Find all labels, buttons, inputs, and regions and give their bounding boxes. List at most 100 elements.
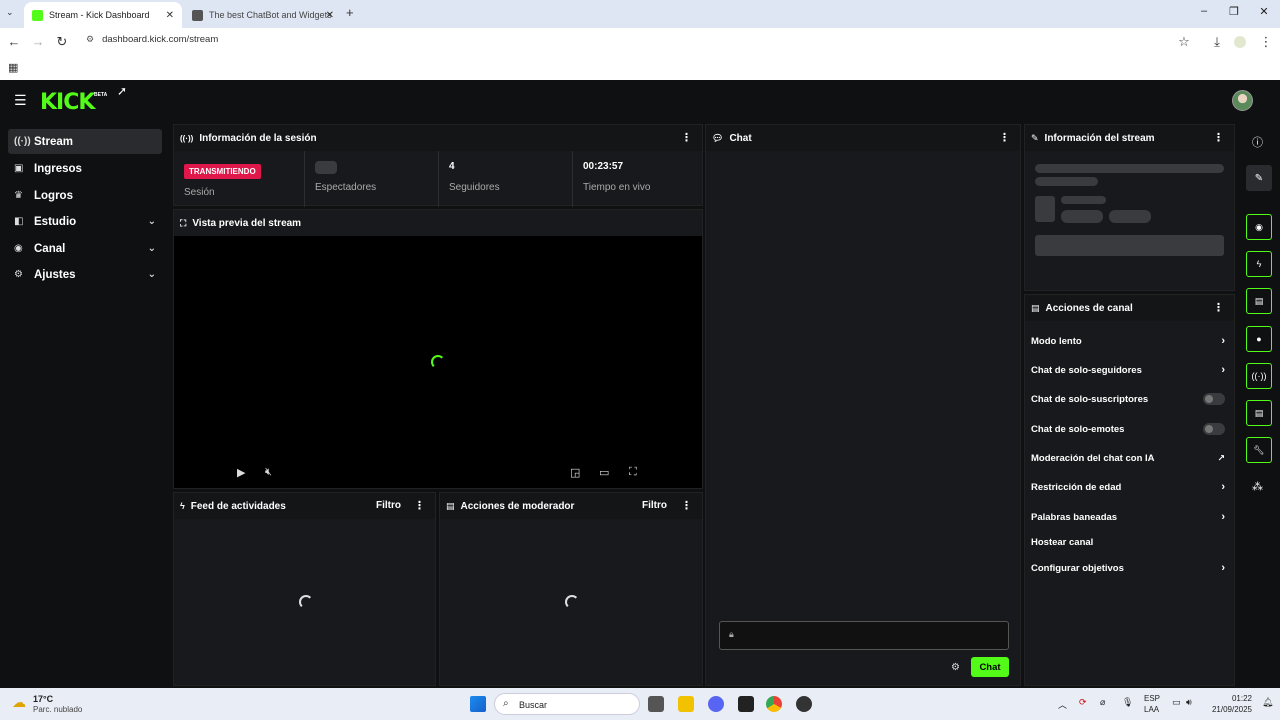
- volume-icon[interactable]: 🔊︎: [1186, 697, 1192, 708]
- sidebar-item-logros[interactable]: ♛ Logros: [8, 183, 162, 208]
- microphone-icon[interactable]: 🎙︎: [1122, 697, 1133, 708]
- download-icon[interactable]: ⤓: [1209, 34, 1225, 50]
- panel-title: Acciones de moderador: [460, 500, 575, 512]
- tray-chevron-icon[interactable]: ︿: [1058, 698, 1067, 711]
- sidebar-item-label: Stream: [34, 135, 73, 148]
- chat-panel: 💬︎ Chat ⋮ 🔒︎ ⚙ Chat: [705, 124, 1021, 686]
- mute-icon[interactable]: 🔇︎: [265, 466, 272, 479]
- chrome-icon[interactable]: [766, 696, 782, 712]
- new-tab-icon[interactable]: +: [346, 5, 354, 20]
- network-icon[interactable]: ⌀: [1100, 697, 1105, 708]
- theater-mode-icon[interactable]: ▭: [599, 466, 609, 479]
- display-icon[interactable]: ▭: [1172, 697, 1181, 708]
- sidebar-item-stream[interactable]: ((·)) Stream: [8, 129, 162, 154]
- sidebar-item-ajustes[interactable]: ⚙ Ajustes ⌄: [8, 262, 162, 287]
- activity-feed-icon[interactable]: ϟ: [1246, 251, 1272, 277]
- discord-icon[interactable]: [708, 696, 724, 712]
- close-icon[interactable]: ✕: [326, 10, 334, 21]
- sidebar-item-ingresos[interactable]: ▣ Ingresos: [8, 156, 162, 181]
- more-options-icon[interactable]: ⋮: [681, 131, 692, 144]
- info-icon[interactable]: ⓘ: [1252, 134, 1263, 150]
- taskbar-search[interactable]: ⌕ Buscar: [494, 693, 640, 715]
- moderator-actions-icon[interactable]: ▤: [1246, 288, 1272, 314]
- edit-stream-icon[interactable]: ✎: [1246, 165, 1272, 191]
- obs-icon[interactable]: [796, 696, 812, 712]
- action-host-channel[interactable]: Hostear canal: [1031, 531, 1229, 553]
- site-info-icon[interactable]: ⚙: [86, 34, 94, 45]
- chevron-down-icon: ⌄: [147, 243, 156, 254]
- language-top[interactable]: ESP: [1144, 694, 1160, 703]
- filter-button[interactable]: Filtro: [376, 500, 401, 511]
- bookmark-star-icon[interactable]: ☆: [1176, 34, 1192, 50]
- close-icon[interactable]: ✕: [166, 10, 174, 21]
- more-options-icon[interactable]: ⋮: [1213, 301, 1224, 314]
- action-configure-goals[interactable]: Configurar objetivos ›: [1031, 557, 1229, 579]
- chat-icon[interactable]: ●: [1246, 326, 1272, 352]
- document-icon: ▤: [446, 500, 455, 511]
- kick-logo[interactable]: KICK: [40, 90, 95, 115]
- more-widgets-icon[interactable]: ⁂: [1252, 480, 1263, 493]
- forward-icon[interactable]: →: [30, 34, 46, 49]
- session-info-icon[interactable]: ◉: [1246, 214, 1272, 240]
- notifications-icon[interactable]: 🔔︎: [1262, 697, 1273, 708]
- profile-icon[interactable]: [1234, 36, 1246, 48]
- broadcast-icon[interactable]: ((·)): [1246, 363, 1272, 389]
- sidebar-item-estudio[interactable]: ◧ Estudio ⌄: [8, 209, 162, 234]
- subscribers-only-toggle[interactable]: [1203, 393, 1225, 405]
- action-ai-moderation[interactable]: Moderación del chat con IA ↗: [1031, 447, 1229, 469]
- clock-time[interactable]: 01:22: [1222, 694, 1252, 703]
- filter-button[interactable]: Filtro: [642, 500, 667, 511]
- channel-actions-icon[interactable]: ▤: [1246, 400, 1272, 426]
- stream-info-panel: ✎ Información del stream ⋮: [1024, 124, 1235, 291]
- skeleton-placeholder: [1035, 196, 1055, 222]
- weather-temp[interactable]: 17°C: [33, 694, 53, 704]
- reload-icon[interactable]: ↻: [54, 34, 70, 50]
- apps-grid-icon[interactable]: ▦: [8, 61, 18, 74]
- emotes-only-toggle[interactable]: [1203, 423, 1225, 435]
- chevron-down-icon: ⌄: [147, 216, 156, 227]
- action-label: Moderación del chat con IA: [1031, 452, 1155, 464]
- task-view-icon[interactable]: [648, 696, 664, 712]
- stat-value: 4: [449, 161, 455, 172]
- file-explorer-icon[interactable]: [678, 696, 694, 712]
- browser-menu-icon[interactable]: ⋮: [1258, 34, 1274, 50]
- tab-chatbot-widgets[interactable]: The best ChatBot and Widgets ✕: [184, 2, 342, 28]
- restore-icon[interactable]: ❐: [1224, 5, 1244, 18]
- user-avatar[interactable]: [1232, 90, 1253, 111]
- studio-icon: ◧: [14, 216, 24, 227]
- epic-games-icon[interactable]: [738, 696, 754, 712]
- window-close-icon[interactable]: ✕: [1254, 5, 1274, 18]
- action-banned-words[interactable]: Palabras baneadas ›: [1031, 506, 1229, 528]
- more-options-icon[interactable]: ⋮: [1213, 131, 1224, 144]
- play-icon[interactable]: ▶: [237, 466, 245, 479]
- wrench-icon[interactable]: 🔧︎: [1246, 437, 1272, 463]
- action-age-restriction[interactable]: Restricción de edad ›: [1031, 476, 1229, 498]
- loading-spinner: [431, 355, 445, 369]
- minimize-icon[interactable]: –: [1194, 5, 1214, 17]
- action-followers-only[interactable]: Chat de solo-seguidores ›: [1031, 359, 1229, 381]
- action-slow-mode[interactable]: Modo lento ›: [1031, 330, 1229, 352]
- tab-kick-dashboard[interactable]: Stream - Kick Dashboard ✕: [24, 2, 182, 28]
- clock-date[interactable]: 21/09/2025: [1205, 705, 1252, 714]
- more-options-icon[interactable]: ⋮: [414, 499, 425, 512]
- more-options-icon[interactable]: ⋮: [999, 131, 1010, 144]
- hamburger-menu-icon[interactable]: ☰: [14, 92, 27, 109]
- fullscreen-icon[interactable]: ⛶: [629, 466, 637, 479]
- sidebar-item-canal[interactable]: ◉ Canal ⌄: [8, 236, 162, 261]
- language-bottom[interactable]: LAA: [1144, 705, 1159, 714]
- picture-in-picture-icon[interactable]: ◲: [570, 466, 580, 479]
- chat-settings-icon[interactable]: ⚙: [951, 662, 960, 673]
- chat-send-button[interactable]: Chat: [971, 657, 1009, 677]
- tab-list-dropdown-icon[interactable]: ⌄: [6, 7, 14, 18]
- back-icon[interactable]: ←: [6, 34, 22, 49]
- url-field[interactable]: ⚙ dashboard.kick.com/stream: [86, 34, 218, 45]
- weather-desc[interactable]: Parc. nublado: [33, 705, 82, 714]
- tray-app-icon[interactable]: ⟳: [1079, 697, 1087, 708]
- chat-input[interactable]: 🔒︎: [719, 621, 1009, 650]
- search-icon: ⌕: [503, 698, 509, 709]
- sidebar: ((·)) Stream ▣ Ingresos ♛ Logros ◧ Estudio ⌄ …: [0, 122, 170, 688]
- windows-start-icon[interactable]: [470, 696, 486, 712]
- chevron-right-icon: ›: [1221, 481, 1225, 493]
- more-options-icon[interactable]: ⋮: [681, 499, 692, 512]
- sidebar-item-label: Logros: [34, 189, 73, 202]
